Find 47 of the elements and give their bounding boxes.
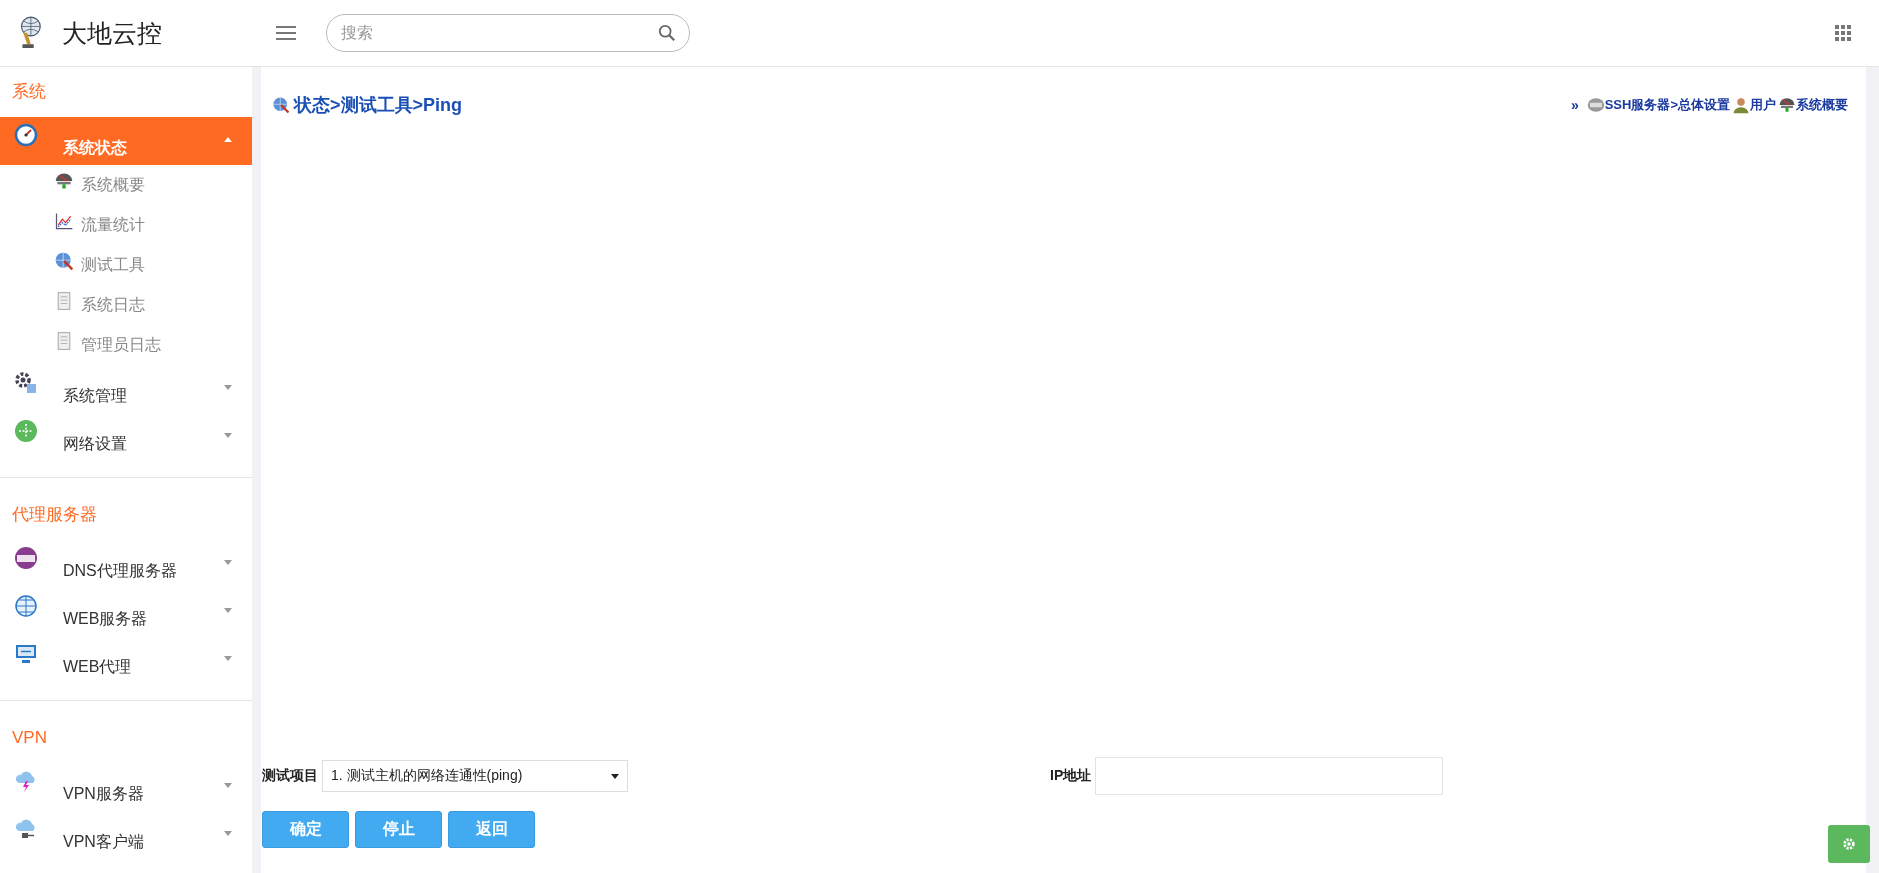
quick-link[interactable]: 用户 xyxy=(1750,96,1776,114)
section-heading: 代理服务器 xyxy=(11,504,98,526)
page-breadcrumb: 状态>测试工具>Ping xyxy=(294,94,463,117)
field-label: IP地址 xyxy=(1050,767,1092,785)
badge-icon xyxy=(14,546,38,570)
globe-icon xyxy=(54,251,74,271)
gear-icon xyxy=(14,371,38,395)
gauge-icon xyxy=(14,123,38,147)
section-heading: 系统 xyxy=(11,81,47,103)
gear-icon xyxy=(1842,837,1856,851)
line-chart-icon xyxy=(54,211,74,231)
user-icon xyxy=(1732,96,1750,114)
monitor-icon xyxy=(14,642,38,666)
field-label: 测试项目 xyxy=(262,767,318,785)
apps-grid-icon[interactable] xyxy=(1835,25,1851,41)
submenu-item[interactable]: 管理员日志 xyxy=(0,325,252,365)
test-item-dropdown[interactable]: 1. 测试主机的网络连通性(ping) xyxy=(322,760,628,792)
caret-icon xyxy=(611,773,619,779)
section-heading: VPN xyxy=(11,727,48,749)
quick-link[interactable]: 系统概要 xyxy=(1796,96,1848,114)
sidebar-item[interactable]: VPN客户端 xyxy=(0,811,252,859)
globe-icon xyxy=(272,96,290,114)
server-icon xyxy=(1586,96,1605,114)
sidebar-item[interactable]: DNS代理服务器 xyxy=(0,540,252,588)
submenu-item[interactable]: 测试工具 xyxy=(0,245,252,285)
cloud-icon xyxy=(14,769,38,793)
sidebar-item[interactable]: WEB服务器 xyxy=(0,588,252,636)
sidebar-item[interactable]: 网络设置 xyxy=(0,413,252,461)
quick-link[interactable]: SSH服务器>总体设置 xyxy=(1604,96,1730,114)
settings-button[interactable] xyxy=(1828,825,1870,863)
monitor-icon xyxy=(54,171,74,191)
search-field[interactable]: 搜索 xyxy=(326,14,690,52)
submenu-item[interactable]: 系统概要 xyxy=(0,165,252,205)
search-icon[interactable] xyxy=(658,24,676,42)
ip-address-input[interactable] xyxy=(1095,757,1444,795)
submenu-item[interactable]: 系统日志 xyxy=(0,285,252,325)
globe-icon xyxy=(14,594,38,618)
app-title: 大地云控 xyxy=(62,17,162,49)
sidebar-item[interactable]: WEB代理 xyxy=(0,636,252,684)
network-icon xyxy=(14,419,38,443)
submenu-item[interactable]: 流量统计 xyxy=(0,205,252,245)
menu-icon[interactable] xyxy=(276,26,296,40)
sidebar-item[interactable]: 系统管理 xyxy=(0,365,252,413)
sidebar-item[interactable]: VPN服务器 xyxy=(0,763,252,811)
quick-links-marker: » xyxy=(1570,97,1579,113)
monitor-icon xyxy=(1778,96,1796,114)
cloud-icon xyxy=(14,817,38,841)
